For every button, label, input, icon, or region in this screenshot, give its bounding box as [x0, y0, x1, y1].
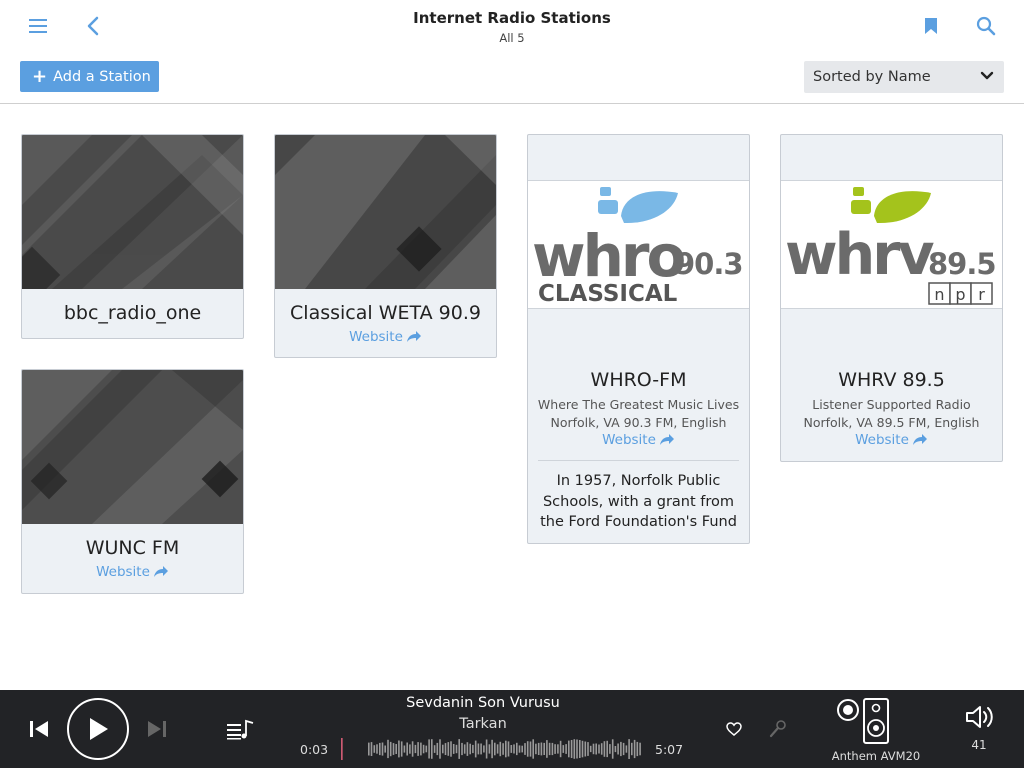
play-icon — [90, 718, 108, 740]
website-link[interactable]: Website — [22, 564, 243, 580]
station-name: bbc_radio_one — [63, 302, 202, 324]
top-bar: Internet Radio Stations All 5 + Add a St… — [0, 0, 1024, 104]
station-tagline: Listener Supported Radio — [812, 397, 971, 412]
page-title: Internet Radio Stations — [413, 9, 611, 27]
station-logo: whrv 89.5 n p r — [781, 180, 1002, 309]
station-card-whrv[interactable]: whrv 89.5 n p r WHRV 89.5 Listener Suppo… — [780, 134, 1003, 462]
page-subtitle: All 5 — [499, 31, 525, 45]
station-card-classical-weta[interactable]: Classical WETA 90.9 Website — [274, 134, 497, 358]
svg-text:CLASSICAL: CLASSICAL — [538, 281, 678, 307]
next-track-icon[interactable] — [142, 714, 172, 744]
menu-icon[interactable] — [24, 14, 52, 38]
npr-logo: n p r — [928, 282, 993, 305]
bookmark-icon[interactable] — [918, 14, 944, 38]
previous-track-icon[interactable] — [24, 714, 54, 744]
track-duration: 5:07 — [655, 742, 684, 757]
station-card-wunc-fm[interactable]: WUNC FM Website — [21, 369, 244, 594]
station-tagline: Where The Greatest Music Lives — [537, 397, 740, 412]
svg-text:90.3: 90.3 — [675, 247, 743, 281]
heart-icon[interactable] — [722, 718, 746, 740]
station-name: WHRV 89.5 — [838, 369, 945, 391]
now-playing-bar: Sevdanin Son Vurusu Tarkan 0:03 5:07 Ant… — [0, 690, 1024, 768]
station-name: Classical WETA 90.9 — [290, 302, 481, 324]
add-station-button[interactable]: + Add a Station — [20, 61, 159, 92]
sort-label: Sorted by Name — [813, 69, 931, 85]
search-icon[interactable] — [972, 14, 1000, 38]
volume-icon[interactable] — [962, 702, 998, 732]
back-icon[interactable] — [80, 14, 106, 38]
station-location: Norfolk, VA 90.3 FM, English — [550, 415, 727, 430]
share-arrow-icon — [912, 434, 927, 445]
track-title: Sevdanin Son Vurusu — [406, 695, 560, 711]
station-artwork — [22, 370, 243, 524]
svg-text:whrv: whrv — [785, 222, 934, 288]
station-description: In 1957, Norfolk Public Schools, with a … — [540, 473, 737, 530]
website-link[interactable]: Website — [528, 432, 749, 448]
speaker-device-icon[interactable] — [834, 696, 892, 746]
plus-icon: + — [32, 65, 48, 87]
device-name: Anthem AVM20 — [831, 749, 921, 763]
queue-icon[interactable] — [224, 715, 256, 743]
station-card-whro-fm[interactable]: whro 90.3 CLASSICAL WHRO-FM Where The Gr… — [527, 134, 750, 544]
play-button[interactable] — [67, 698, 129, 760]
svg-text:n: n — [934, 285, 944, 304]
playhead — [341, 738, 343, 760]
svg-text:whro: whro — [532, 222, 684, 290]
share-arrow-icon — [406, 331, 421, 342]
station-artwork — [22, 135, 243, 289]
svg-text:r: r — [978, 285, 985, 304]
elapsed-time: 0:03 — [300, 742, 329, 757]
website-link[interactable]: Website — [781, 432, 1002, 448]
station-location: Norfolk, VA 89.5 FM, English — [803, 415, 980, 430]
chevron-down-icon — [980, 69, 994, 87]
add-station-label: Add a Station — [53, 68, 151, 85]
divider — [538, 460, 739, 461]
svg-text:p: p — [955, 285, 965, 304]
track-artist: Tarkan — [459, 716, 507, 732]
station-card-bbc-radio-one[interactable]: bbc_radio_one — [21, 134, 244, 339]
station-name: WUNC FM — [85, 537, 180, 559]
microphone-icon[interactable] — [765, 716, 791, 742]
svg-text:89.5: 89.5 — [928, 247, 996, 281]
website-link[interactable]: Website — [275, 329, 496, 345]
volume-level: 41 — [971, 738, 987, 752]
share-arrow-icon — [153, 566, 168, 577]
station-name: WHRO-FM — [590, 369, 687, 391]
sort-dropdown[interactable]: Sorted by Name — [804, 61, 1004, 93]
progress-waveform[interactable] — [338, 738, 644, 760]
station-artwork — [275, 135, 496, 289]
share-arrow-icon — [659, 434, 674, 445]
station-logo: whro 90.3 CLASSICAL — [528, 180, 749, 309]
